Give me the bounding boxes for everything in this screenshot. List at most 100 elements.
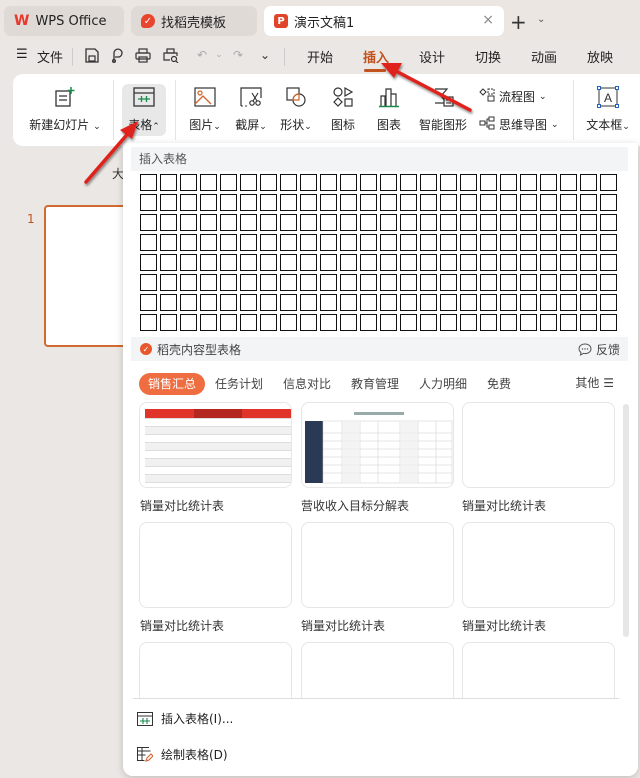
grid-cell[interactable] [420, 294, 437, 311]
template-card[interactable] [462, 402, 615, 488]
template-card[interactable] [301, 522, 454, 608]
grid-cell[interactable] [240, 214, 257, 231]
shape-button[interactable]: 形状⌄ [276, 84, 316, 133]
grid-cell[interactable] [420, 234, 437, 251]
grid-cell[interactable] [540, 254, 557, 271]
grid-cell[interactable] [260, 274, 277, 291]
grid-cell[interactable] [380, 274, 397, 291]
grid-cell[interactable] [560, 174, 577, 191]
grid-cell[interactable] [520, 294, 537, 311]
grid-cell[interactable] [320, 194, 337, 211]
grid-cell[interactable] [380, 194, 397, 211]
tab-wps-office[interactable]: W WPS Office [4, 6, 124, 36]
grid-cell[interactable] [600, 174, 617, 191]
grid-cell[interactable] [380, 294, 397, 311]
grid-cell[interactable] [580, 274, 597, 291]
grid-cell[interactable] [600, 294, 617, 311]
grid-cell[interactable] [540, 234, 557, 251]
template-card[interactable] [301, 402, 454, 488]
smart-art-button[interactable]: 智能图形 [416, 84, 470, 133]
grid-cell[interactable] [400, 294, 417, 311]
grid-cell[interactable] [160, 254, 177, 271]
grid-cell[interactable] [400, 214, 417, 231]
grid-cell[interactable] [200, 274, 217, 291]
grid-cell[interactable] [360, 214, 377, 231]
grid-cell[interactable] [580, 294, 597, 311]
grid-cell[interactable] [320, 294, 337, 311]
grid-cell[interactable] [340, 254, 357, 271]
picture-button[interactable]: 图片⌄ [185, 84, 225, 133]
grid-cell[interactable] [400, 234, 417, 251]
grid-cell[interactable] [320, 274, 337, 291]
grid-cell[interactable] [180, 234, 197, 251]
grid-cell[interactable] [360, 194, 377, 211]
grid-cell[interactable] [320, 214, 337, 231]
grid-cell[interactable] [280, 274, 297, 291]
grid-cell[interactable] [200, 214, 217, 231]
tab-animation[interactable]: 动画 [531, 47, 557, 66]
grid-cell[interactable] [380, 214, 397, 231]
grid-cell[interactable] [500, 194, 517, 211]
grid-cell[interactable] [140, 274, 157, 291]
grid-cell[interactable] [580, 254, 597, 271]
grid-cell[interactable] [160, 174, 177, 191]
grid-cell[interactable] [340, 234, 357, 251]
textbox-button[interactable]: A 文本框⌄ [585, 84, 631, 133]
grid-cell[interactable] [440, 254, 457, 271]
grid-cell[interactable] [380, 234, 397, 251]
grid-cell[interactable] [580, 194, 597, 211]
grid-cell[interactable] [260, 214, 277, 231]
grid-cell[interactable] [420, 194, 437, 211]
grid-cell[interactable] [460, 174, 477, 191]
grid-cell[interactable] [260, 254, 277, 271]
grid-cell[interactable] [160, 274, 177, 291]
grid-cell[interactable] [260, 234, 277, 251]
mindmap-button[interactable]: 思维导图 ⌄ [479, 116, 559, 133]
grid-cell[interactable] [560, 234, 577, 251]
grid-cell[interactable] [180, 314, 197, 331]
grid-cell[interactable] [420, 214, 437, 231]
grid-cell[interactable] [480, 214, 497, 231]
grid-cell[interactable] [360, 254, 377, 271]
grid-cell[interactable] [600, 254, 617, 271]
grid-cell[interactable] [260, 294, 277, 311]
grid-cell[interactable] [220, 294, 237, 311]
grid-cell[interactable] [200, 254, 217, 271]
grid-cell[interactable] [360, 314, 377, 331]
grid-cell[interactable] [540, 294, 557, 311]
grid-cell[interactable] [300, 194, 317, 211]
grid-cell[interactable] [300, 314, 317, 331]
grid-cell[interactable] [580, 214, 597, 231]
grid-cell[interactable] [140, 174, 157, 191]
grid-cell[interactable] [220, 234, 237, 251]
grid-cell[interactable] [520, 194, 537, 211]
tab-home[interactable]: 开始 [307, 47, 333, 66]
template-card[interactable] [462, 522, 615, 608]
file-menu[interactable]: 文件 [37, 47, 63, 66]
tab-transition[interactable]: 切换 [475, 47, 501, 66]
grid-cell[interactable] [500, 314, 517, 331]
grid-cell[interactable] [280, 294, 297, 311]
template-card[interactable] [139, 522, 292, 608]
grid-cell[interactable] [560, 314, 577, 331]
grid-cell[interactable] [540, 194, 557, 211]
grid-cell[interactable] [200, 234, 217, 251]
grid-cell[interactable] [160, 234, 177, 251]
share-icon[interactable] [108, 46, 126, 64]
grid-cell[interactable] [140, 194, 157, 211]
slide-thumbnail[interactable] [44, 205, 134, 347]
tab-docer-templates[interactable]: ✓ 找稻壳模板 [131, 6, 257, 36]
grid-cell[interactable] [500, 254, 517, 271]
grid-cell[interactable] [200, 174, 217, 191]
grid-cell[interactable] [320, 234, 337, 251]
grid-cell[interactable] [440, 314, 457, 331]
other-categories-button[interactable]: 其他 ☰ [575, 374, 614, 391]
grid-cell[interactable] [440, 274, 457, 291]
grid-cell[interactable] [240, 314, 257, 331]
grid-cell[interactable] [180, 214, 197, 231]
grid-cell[interactable] [400, 314, 417, 331]
grid-cell[interactable] [380, 314, 397, 331]
grid-cell[interactable] [540, 274, 557, 291]
grid-cell[interactable] [460, 194, 477, 211]
grid-cell[interactable] [180, 294, 197, 311]
